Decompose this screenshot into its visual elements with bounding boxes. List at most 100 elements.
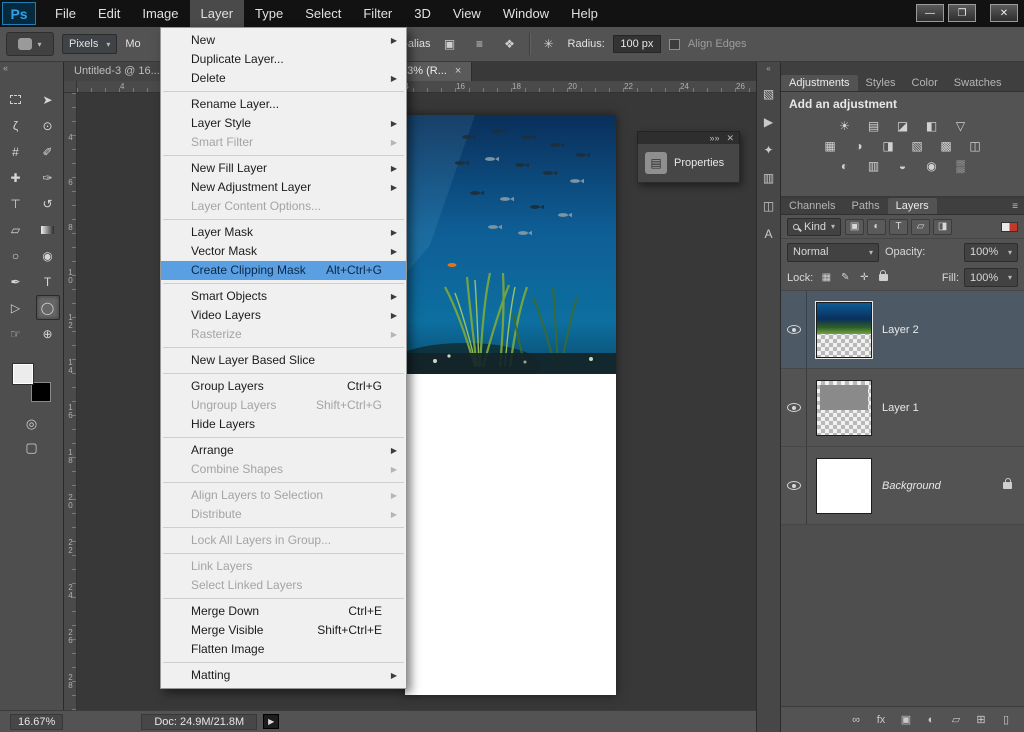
eyedropper-tool[interactable]: ✐ (36, 139, 60, 164)
layer-menu-item-video-layers[interactable]: Video Layers▶ (161, 306, 406, 325)
filter-adjustment-layers-icon[interactable]: ◐ (867, 219, 886, 235)
photo-filter-icon[interactable]: ▧ (905, 137, 929, 154)
vibrance-icon[interactable]: ▽ (949, 117, 973, 134)
delete-layer-icon[interactable]: ▯ (1000, 713, 1012, 726)
menu-window[interactable]: Window (492, 0, 560, 27)
tab-paths[interactable]: Paths (843, 198, 887, 214)
lock-position-icon[interactable]: ✛ (856, 270, 872, 286)
dodge-tool[interactable]: ◉ (36, 243, 60, 268)
screen-mode-icon[interactable]: ▢ (25, 440, 37, 456)
styles-panel-icon[interactable]: ✦ (759, 141, 779, 159)
lock-transparency-icon[interactable]: ▦ (818, 270, 834, 286)
move-tool[interactable]: ➤ (36, 87, 60, 112)
menu-view[interactable]: View (442, 0, 492, 27)
align-edges-checkbox[interactable] (669, 39, 680, 50)
ellipse-tool[interactable]: ◯ (36, 295, 60, 320)
path-arrangement-icon[interactable]: ❖ (499, 34, 521, 54)
tool-preset-picker[interactable]: ▾ (6, 32, 54, 56)
gradient-map-icon[interactable]: ▒ (949, 157, 973, 174)
exposure-icon[interactable]: ◧ (920, 117, 944, 134)
path-selection-tool[interactable]: ▷ (4, 295, 28, 320)
hand-tool[interactable]: ☞ (4, 321, 28, 346)
opacity-dropdown[interactable]: 100% ▾ (964, 243, 1018, 262)
crop-tool[interactable]: # (4, 139, 28, 164)
new-adjustment-layer-icon[interactable]: ◐ (925, 713, 937, 726)
quick-selection-tool[interactable]: ⊙ (36, 113, 60, 138)
selective-color-icon[interactable]: ◉ (920, 157, 944, 174)
levels-icon[interactable]: ▤ (862, 117, 886, 134)
quick-mask-icon[interactable]: ◎ (26, 416, 37, 432)
actions-panel-icon[interactable]: ▶ (759, 113, 779, 131)
layer-menu-item-merge-down[interactable]: Merge DownCtrl+E (161, 602, 406, 621)
layer-menu-item-rename-layer[interactable]: Rename Layer... (161, 95, 406, 114)
zoom-level-field[interactable]: 16.67% (10, 714, 63, 730)
pen-tool[interactable]: ✒ (4, 269, 28, 294)
lock-pixels-icon[interactable]: ✎ (837, 270, 853, 286)
eraser-tool[interactable]: ▱ (4, 217, 28, 242)
layer-visibility-toggle[interactable] (781, 447, 807, 524)
menu-edit[interactable]: Edit (87, 0, 131, 27)
rectangular-marquee-tool[interactable] (4, 87, 28, 112)
layer-menu-item-flatten-image[interactable]: Flatten Image (161, 640, 406, 659)
history-panel-icon[interactable]: ▧ (759, 85, 779, 103)
character-panel-icon[interactable]: A (759, 225, 779, 243)
filter-smart-objects-icon[interactable]: ◨ (933, 219, 952, 235)
menu-layer[interactable]: Layer (190, 0, 245, 27)
layer-thumbnail[interactable] (816, 302, 872, 358)
menu-type[interactable]: Type (244, 0, 294, 27)
add-layer-mask-icon[interactable]: ▣ (900, 713, 912, 726)
layer-menu-item-vector-mask[interactable]: Vector Mask▶ (161, 242, 406, 261)
new-group-icon[interactable]: ▱ (950, 713, 962, 726)
layer-thumbnail[interactable] (816, 380, 872, 436)
layer-menu-item-merge-visible[interactable]: Merge VisibleShift+Ctrl+E (161, 621, 406, 640)
radius-input[interactable]: 100 px (613, 35, 661, 53)
menu-help[interactable]: Help (560, 0, 609, 27)
info-panel-icon[interactable]: ◫ (759, 197, 779, 215)
menu-select[interactable]: Select (294, 0, 352, 27)
filter-pixel-layers-icon[interactable]: ▣ (845, 219, 864, 235)
brightness-contrast-icon[interactable]: ☀ (833, 117, 857, 134)
layer-visibility-toggle[interactable] (781, 369, 807, 446)
hue-saturation-icon[interactable]: ▦ (818, 137, 842, 154)
close-tab-icon[interactable]: × (455, 62, 461, 81)
kind-filter-dropdown[interactable]: Kind ▾ (787, 218, 841, 236)
collapse-panel-icon[interactable]: »» (709, 133, 719, 143)
layer-row-background[interactable]: Background (781, 447, 1024, 525)
path-alignment-icon[interactable]: ≡ (469, 34, 491, 54)
layer-menu-item-smart-objects[interactable]: Smart Objects▶ (161, 287, 406, 306)
menu-file[interactable]: File (44, 0, 87, 27)
link-layers-icon[interactable]: ∞ (850, 713, 862, 726)
status-menu-arrow-icon[interactable]: ▶ (263, 714, 279, 729)
layer-menu-item-delete[interactable]: Delete▶ (161, 69, 406, 88)
collapse-panel-icon[interactable]: « (0, 62, 63, 75)
layer-menu-item-new-adjustment-layer[interactable]: New Adjustment Layer▶ (161, 178, 406, 197)
layer-row-layer-1[interactable]: Layer 1 (781, 369, 1024, 447)
posterize-icon[interactable]: ▥ (862, 157, 886, 174)
tab-layers[interactable]: Layers (888, 198, 937, 214)
lasso-tool[interactable]: ζ (4, 113, 28, 138)
tab-color[interactable]: Color (904, 75, 946, 91)
layer-thumbnail[interactable] (816, 458, 872, 514)
foreground-color-swatch[interactable] (13, 364, 33, 384)
filter-shape-layers-icon[interactable]: ▱ (911, 219, 930, 235)
clone-stamp-tool[interactable]: ⊤ (4, 191, 28, 216)
blur-tool[interactable]: ○ (4, 243, 28, 268)
layer-menu-item-duplicate-layer[interactable]: Duplicate Layer... (161, 50, 406, 69)
blend-mode-dropdown[interactable]: Normal ▾ (787, 243, 879, 262)
document-page[interactable] (405, 115, 616, 695)
gradient-tool[interactable] (36, 217, 60, 242)
panel-menu-icon[interactable]: ≡ (1012, 198, 1024, 214)
tab-swatches[interactable]: Swatches (946, 75, 1010, 91)
type-tool[interactable]: T (36, 269, 60, 294)
layer-menu-item-hide-layers[interactable]: Hide Layers (161, 415, 406, 434)
layer-menu-item-group-layers[interactable]: Group LayersCtrl+G (161, 377, 406, 396)
layer-effects-icon[interactable]: fx (875, 713, 887, 726)
brush-tool[interactable]: ✑ (36, 165, 60, 190)
layer-row-layer-2[interactable]: Layer 2 (781, 291, 1024, 369)
pixels-dropdown[interactable]: Pixels ▾ (62, 34, 117, 54)
layer-menu-item-new[interactable]: New▶ (161, 31, 406, 50)
close-button[interactable]: ✕ (990, 4, 1018, 22)
color-balance-icon[interactable]: ◑ (847, 137, 871, 154)
invert-icon[interactable]: ◐ (833, 157, 857, 174)
tab-adjustments[interactable]: Adjustments (781, 75, 858, 91)
